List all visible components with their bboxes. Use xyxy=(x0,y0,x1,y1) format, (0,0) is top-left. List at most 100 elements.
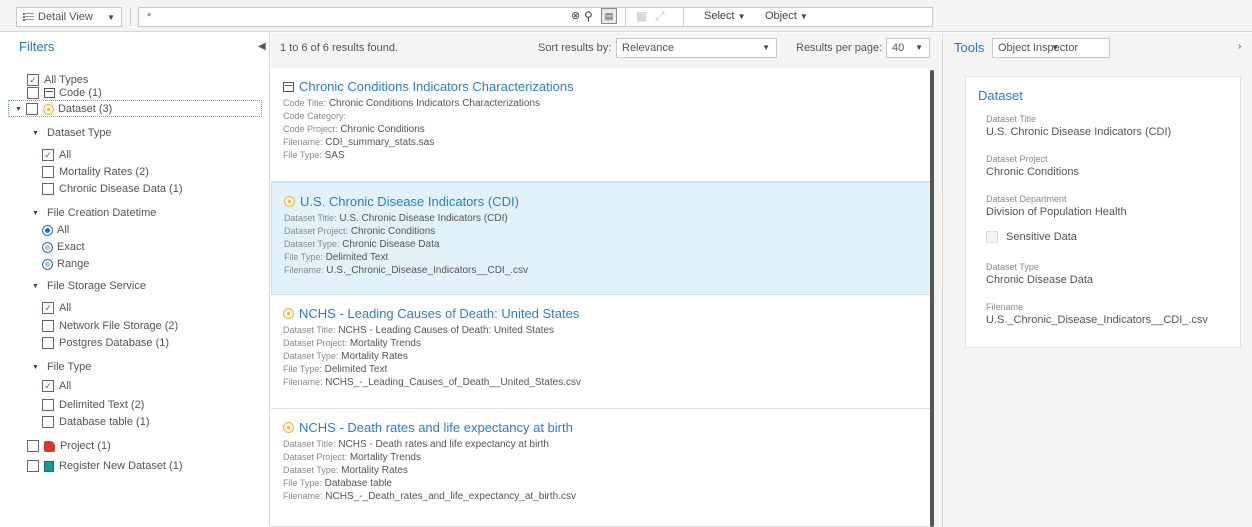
per-page-value: 40 xyxy=(892,42,905,54)
dataset-project-value: Chronic Conditions xyxy=(986,166,1079,178)
filter-results-icon[interactable]: ▤ xyxy=(601,8,617,24)
tools-title: Tools xyxy=(954,40,985,55)
toolbar-divider xyxy=(683,8,684,26)
file-type-all[interactable]: ✓ All xyxy=(42,378,71,394)
results-count: 1 to 6 of 6 results found. xyxy=(280,42,399,54)
section-file-storage-service[interactable]: ▼ File Storage Service xyxy=(32,278,146,294)
object-menu[interactable]: Object ▼ xyxy=(765,10,808,22)
field-value: Mortality Rates xyxy=(341,465,408,476)
result-card-selected[interactable]: U.S. Chronic Disease Indicators (CDI) Da… xyxy=(271,182,932,295)
file-creation-exact[interactable]: Exact xyxy=(42,239,85,255)
field-value: NCHS_-_Death_rates_and_life_expectancy_a… xyxy=(325,491,576,502)
file-storage-all[interactable]: ✓ All xyxy=(42,300,71,316)
radio-selected-icon xyxy=(42,224,53,236)
collapse-right-icon[interactable]: › xyxy=(1238,41,1241,52)
expand-arrow-icon[interactable]: ▼ xyxy=(15,106,22,113)
field-value: Delimited Text xyxy=(325,252,389,263)
file-creation-range[interactable]: Range xyxy=(42,256,89,272)
chevron-down-icon: ▼ xyxy=(915,43,923,52)
checkbox-icon xyxy=(42,416,54,428)
object-inspector-dropdown[interactable]: Object Inspector ▼ xyxy=(992,38,1110,58)
section-file-creation-datetime[interactable]: ▼ File Creation Datetime xyxy=(32,205,156,221)
per-page-label: Results per page: xyxy=(796,42,883,54)
field-key: Dataset Project: xyxy=(284,226,349,236)
inspector-dropdown-label: Object Inspector xyxy=(998,42,1079,54)
collapse-left-icon[interactable]: ◀ xyxy=(258,41,266,52)
checkbox-icon xyxy=(42,183,54,195)
file-storage-postgres[interactable]: Postgres Database (1) xyxy=(42,335,169,351)
link-icon: ⤢ xyxy=(655,9,665,23)
code-icon xyxy=(44,88,55,98)
result-title[interactable]: U.S. Chronic Disease Indicators (CDI) xyxy=(284,194,931,209)
checkbox-icon xyxy=(42,399,54,411)
dataset-type-mortality-rates[interactable]: Mortality Rates (2) xyxy=(42,164,149,180)
sort-label: Sort results by: xyxy=(538,42,612,54)
dataset-type-all[interactable]: ✓ All xyxy=(42,147,71,163)
sensitive-data-checkbox: Sensitive Data xyxy=(986,231,1077,243)
result-title-text: Chronic Conditions Indicators Characteri… xyxy=(299,79,574,94)
result-title[interactable]: Chronic Conditions Indicators Characteri… xyxy=(283,79,932,94)
inspector-title: Dataset xyxy=(978,88,1023,103)
tools-panel: Tools Object Inspector ▼ › Dataset Datas… xyxy=(942,33,1252,527)
result-card[interactable]: NCHS - Leading Causes of Death: United S… xyxy=(271,295,932,409)
checkbox-icon xyxy=(42,337,54,349)
filter-register-new-dataset[interactable]: Register New Dataset (1) xyxy=(27,458,183,474)
chevron-down-icon: ▼ xyxy=(1051,43,1059,52)
checkbox-icon xyxy=(27,460,39,472)
collapse-arrow-icon: ▼ xyxy=(32,129,39,137)
section-dataset-type[interactable]: ▼ Dataset Type xyxy=(32,125,112,141)
dataset-icon xyxy=(284,196,295,207)
filter-label: Project (1) xyxy=(60,440,111,452)
select-menu[interactable]: Select ▼ xyxy=(704,10,746,22)
file-storage-network[interactable]: Network File Storage (2) xyxy=(42,318,178,334)
field-value: Chronic Conditions xyxy=(350,226,436,237)
dataset-project-label: Dataset Project xyxy=(986,154,1048,164)
filter-code[interactable]: Code (1) xyxy=(27,85,102,101)
result-title[interactable]: NCHS - Death rates and life expectancy a… xyxy=(283,420,932,435)
dataset-type-chronic-disease[interactable]: Chronic Disease Data (1) xyxy=(42,181,183,197)
result-field: Dataset Title: NCHS - Death rates and li… xyxy=(283,438,932,451)
result-title[interactable]: NCHS - Leading Causes of Death: United S… xyxy=(283,306,932,321)
clear-search-icon[interactable]: ⊗ xyxy=(571,10,580,22)
search-icon[interactable]: ⚲ xyxy=(584,10,593,22)
result-field: Filename: NCHS_-_Leading_Causes_of_Death… xyxy=(283,376,932,389)
field-key: Filename: xyxy=(284,265,324,275)
list-view-icon xyxy=(23,12,34,22)
sort-dropdown[interactable]: Relevance ▼ xyxy=(616,38,777,58)
result-field: Dataset Type: Mortality Rates xyxy=(283,350,932,363)
field-key: Filename: xyxy=(283,377,323,387)
file-creation-all[interactable]: All xyxy=(42,222,69,238)
section-file-type[interactable]: ▼ File Type xyxy=(32,359,91,375)
results-scrollbar[interactable] xyxy=(930,70,934,527)
section-title: Dataset Type xyxy=(46,127,112,139)
file-type-database-table[interactable]: Database table (1) xyxy=(42,414,150,430)
checkbox-icon xyxy=(42,166,54,178)
result-field: Dataset Type: Chronic Disease Data xyxy=(284,238,931,251)
toolbar-divider xyxy=(130,8,131,26)
code-icon xyxy=(283,81,294,92)
collapse-arrow-icon: ▼ xyxy=(32,209,39,217)
field-key: Filename: xyxy=(283,491,323,501)
per-page-dropdown[interactable]: 40 ▼ xyxy=(886,38,930,58)
result-title-text: U.S. Chronic Disease Indicators (CDI) xyxy=(300,194,519,209)
dataset-icon xyxy=(283,422,294,433)
result-card[interactable]: NCHS - Death rates and life expectancy a… xyxy=(271,409,932,527)
result-field: Dataset Project: Chronic Conditions xyxy=(284,225,931,238)
field-key: Dataset Project: xyxy=(283,338,348,348)
results-list: Chronic Conditions Indicators Characteri… xyxy=(271,68,932,527)
result-field: Filename: CDI_summary_stats.sas xyxy=(283,136,932,149)
result-field: Code Project: Chronic Conditions xyxy=(283,123,932,136)
search-input[interactable]: * xyxy=(138,7,933,27)
results-panel: 1 to 6 of 6 results found. Sort results … xyxy=(271,33,941,527)
field-key: File Type: xyxy=(283,150,322,160)
filter-dataset[interactable]: ▼ Dataset (3) xyxy=(15,101,112,117)
field-key: Code Title: xyxy=(283,98,327,108)
section-title: File Creation Datetime xyxy=(46,207,157,219)
field-value: NCHS - Leading Causes of Death: United S… xyxy=(338,325,554,336)
file-type-delimited[interactable]: Delimited Text (2) xyxy=(42,397,144,413)
field-value: Database table xyxy=(324,478,392,489)
filter-project[interactable]: Project (1) xyxy=(27,438,111,454)
result-card[interactable]: Chronic Conditions Indicators Characteri… xyxy=(271,68,932,182)
view-mode-dropdown[interactable]: Detail View ▼ xyxy=(16,7,122,27)
field-value: Chronic Conditions Indicators Characteri… xyxy=(328,98,541,109)
